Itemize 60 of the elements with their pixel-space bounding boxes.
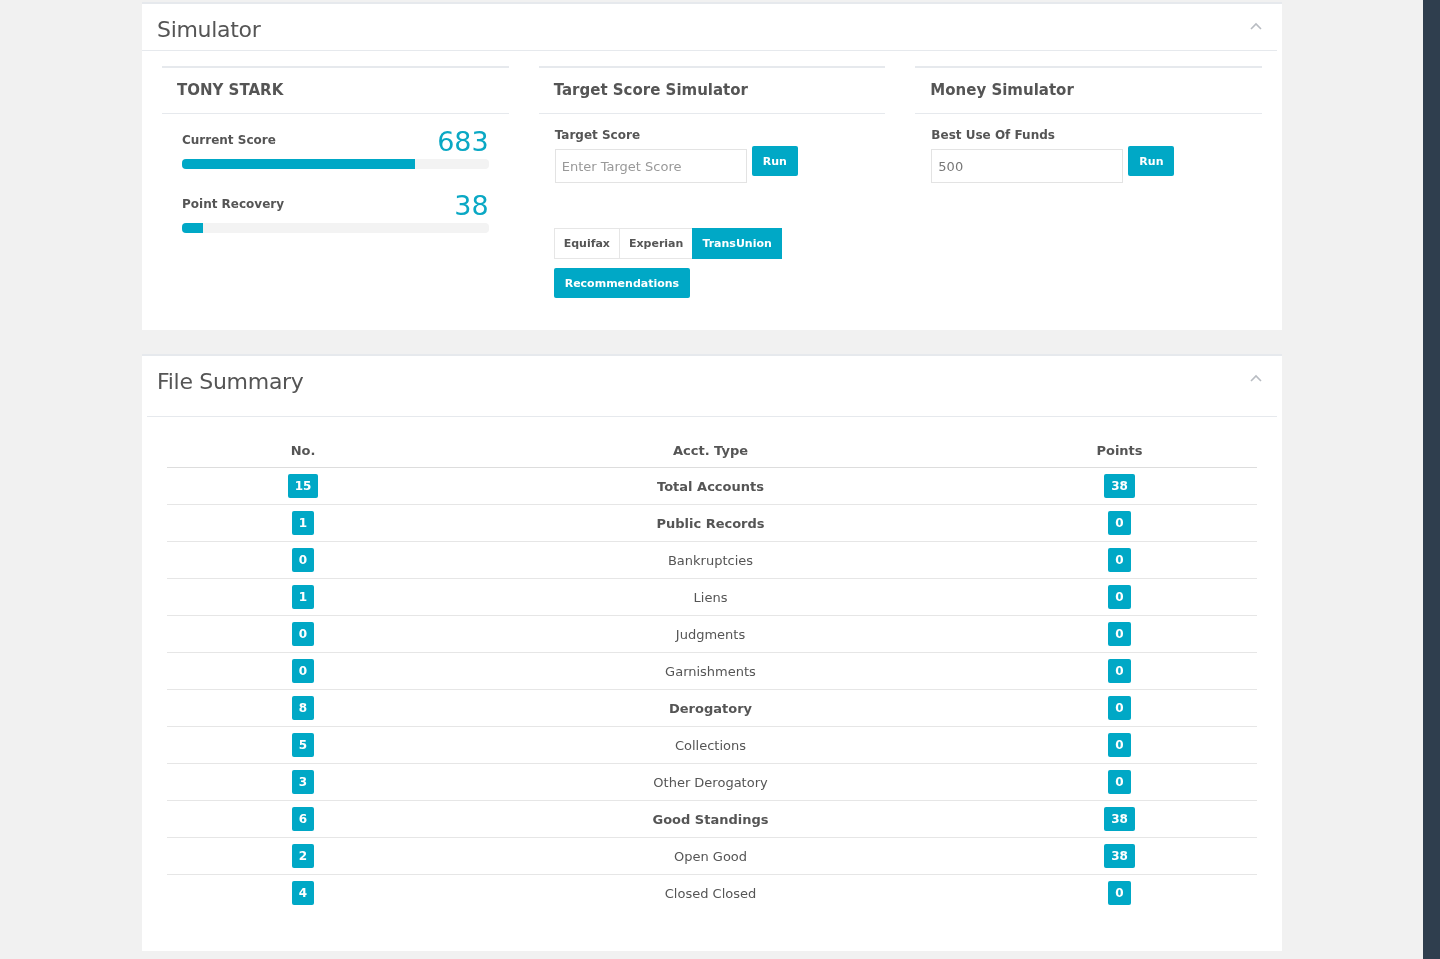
count-badge: 1 (291, 585, 315, 609)
count-badge: 1 (291, 511, 315, 535)
table-cell: Bankruptcies (439, 541, 982, 579)
count-badge: 0 (291, 659, 315, 683)
panel-title: Simulator (157, 17, 261, 42)
count-badge: 5 (291, 733, 315, 757)
table-cell: Derogatory (439, 689, 982, 727)
funds-field[interactable]: 500 (931, 149, 1124, 183)
points-badge: 0 (1108, 585, 1131, 609)
points-badge: 38 (1104, 807, 1135, 831)
count-badge: 3 (291, 770, 315, 794)
table-cell: Total Accounts (439, 467, 982, 505)
card-title: Target Score Simulator (538, 68, 886, 114)
table-cell: Closed Closed (439, 874, 982, 911)
collapse-icon[interactable] (1250, 22, 1262, 30)
meter-label: Current Score (182, 133, 276, 147)
run-button[interactable]: Run (751, 146, 798, 176)
table-cell: Open Good (439, 837, 982, 875)
table-cell: Other Derogatory (439, 763, 982, 801)
points-badge: 0 (1108, 659, 1131, 683)
table-cell: Good Standings (439, 800, 982, 838)
card-title: TONY STARK (162, 68, 509, 114)
count-badge: 2 (291, 844, 315, 868)
points-badge: 38 (1104, 474, 1135, 498)
table-cell: Collections (439, 726, 982, 764)
points-badge: 0 (1108, 881, 1131, 905)
target-score-field[interactable]: Enter Target Score (554, 149, 747, 183)
meter-label: Point Recovery (182, 197, 285, 211)
count-badge: 6 (291, 807, 315, 831)
points-badge: 0 (1108, 511, 1131, 535)
card-title: Money Simulator (915, 68, 1262, 114)
points-badge: 38 (1104, 844, 1135, 868)
count-badge: 8 (291, 696, 315, 720)
points-badge: 0 (1108, 548, 1131, 572)
run-button[interactable]: Run (1128, 146, 1175, 176)
column-header: Acct. Type (439, 437, 982, 468)
count-badge: 0 (291, 622, 315, 646)
points-badge: 0 (1108, 622, 1131, 646)
points-badge: 0 (1108, 733, 1131, 757)
column-header: No. (167, 437, 439, 468)
count-badge: 15 (287, 474, 319, 498)
count-badge: 4 (291, 881, 315, 905)
field-label: Target Score (554, 128, 642, 142)
table-cell: Garnishments (439, 652, 982, 690)
bureau-tab[interactable]: TransUnion (692, 228, 782, 259)
bureau-tab[interactable]: Equifax (553, 228, 620, 259)
count-badge: 0 (291, 548, 315, 572)
recommendations-button[interactable]: Recommendations (553, 268, 691, 298)
bureau-tab[interactable]: Experian (618, 228, 694, 259)
panel-title: File Summary (157, 369, 304, 394)
table-cell: Judgments (439, 615, 982, 653)
field-label: Best Use Of Funds (931, 128, 1056, 142)
points-badge: 0 (1108, 770, 1131, 794)
table-cell: Public Records (439, 504, 982, 542)
column-header: Points (982, 437, 1257, 468)
table-cell: Liens (439, 578, 982, 616)
meter-reading: 683 (437, 127, 489, 157)
points-badge: 0 (1108, 696, 1131, 720)
collapse-icon[interactable] (1250, 374, 1262, 382)
meter-reading: 38 (454, 191, 489, 221)
